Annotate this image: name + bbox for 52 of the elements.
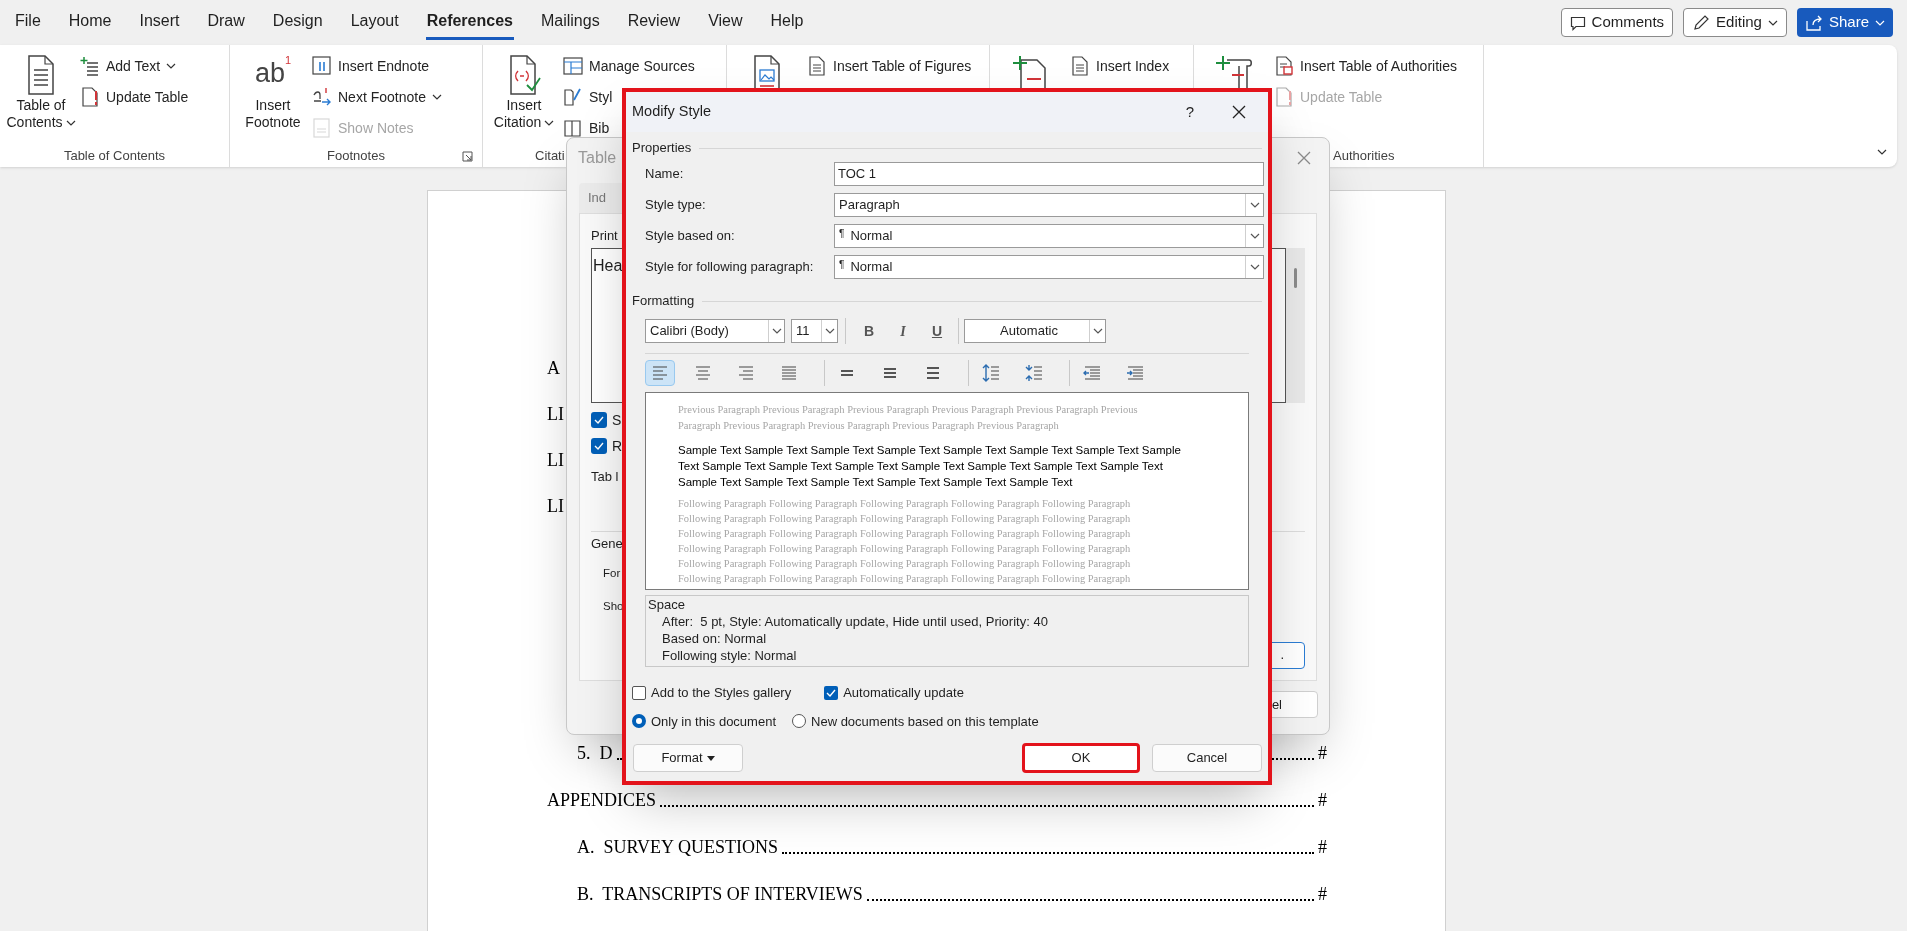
sample-text: Sample Text Sample Text Sample Text Sample Text Sample Text Sample Text: [678, 475, 1074, 490]
preview-heading: Hea: [593, 256, 623, 276]
preview-text: Following Paragraph Following Paragraph Following Paragraph Following Paragraph Following Paragraph: [678, 557, 1132, 571]
toc-entry: A: [547, 356, 560, 380]
page-number: #: [1318, 742, 1327, 765]
description-text: After: 5 pt, Style: Automatically update, Hide until used, Priority: 40: [661, 613, 1049, 630]
description-text: Space: [648, 596, 686, 613]
checkbox-label: Automatically update: [843, 684, 964, 702]
description-text: Following style: Normal: [661, 647, 798, 664]
field-label: For: [603, 566, 621, 581]
section-heading: Formatting: [632, 292, 695, 311]
checkbox-label: Add to the Styles gallery: [651, 684, 792, 702]
field-label: Style type:: [644, 196, 707, 215]
preview-text: Following Paragraph Following Paragraph Following Paragraph Following Paragraph Following Paragraph: [678, 497, 1132, 511]
preview-text: Following Paragraph Following Paragraph Following Paragraph Following Paragraph Following Paragraph: [678, 572, 1132, 586]
checkbox-label: S: [612, 410, 622, 430]
toc-entry: LI: [547, 448, 564, 472]
field-label: Tab l: [591, 468, 619, 486]
dialog-title: Table: [578, 148, 617, 168]
sample-text: Text Sample Text Sample Text Sample Text Sample Text Sample Text Sample Text Sample Text: [678, 459, 1164, 474]
page-number: #: [1318, 836, 1327, 859]
group-label: Table of Contents: [63, 147, 166, 166]
preview-text: Previous Paragraph Previous Paragraph Previous Paragraph Previous Paragraph Previous Paragraph Previous: [678, 403, 1139, 417]
section-heading: Properties: [632, 139, 692, 158]
page-number: #: [1318, 883, 1327, 906]
radio-label: New documents based on this template: [811, 712, 1039, 731]
group-label: Authorities: [1333, 147, 1395, 166]
page-number: #: [1318, 789, 1327, 812]
radio-label: Only in this document: [651, 712, 776, 731]
pilcrow-icon: ¶: [839, 226, 845, 241]
section-label: Gene: [591, 534, 623, 553]
sample-text: Sample Text Sample Text Sample Text Sample Text Sample Text Sample Text Sample Text Sample: [678, 443, 1182, 458]
checkbox-label: R: [612, 436, 623, 456]
preview-text: Following Paragraph Following Paragraph Following Paragraph Following Paragraph Following Paragraph: [678, 512, 1132, 526]
field-label: Style for following paragraph:: [644, 258, 815, 277]
toc-entry: APPENDICES: [547, 789, 657, 812]
group-label: Footnotes: [327, 147, 385, 166]
toc-entry: LI: [547, 402, 564, 426]
dialog-title: Modify Style: [632, 102, 711, 122]
preview-text: Following Paragraph Following Paragraph Following Paragraph Following Paragraph Following Paragraph: [678, 542, 1132, 556]
toc-entry: 5. D: [577, 742, 613, 765]
field-label: Name:: [644, 165, 685, 184]
description-text: Based on: Normal: [661, 630, 768, 647]
toc-entry: A. SURVEY QUESTIONS: [577, 836, 778, 859]
preview-text: Paragraph Previous Paragraph Previous Paragraph Previous Paragraph Previous Paragraph: [678, 419, 1060, 433]
toc-entry: B. TRANSCRIPTS OF INTERVIEWS: [577, 883, 863, 906]
toc-entry: LI: [547, 494, 564, 518]
field-label: Style based on:: [644, 227, 736, 246]
pilcrow-icon: ¶: [839, 257, 845, 272]
group-label: Citati: [535, 147, 565, 166]
section-label: Print: [591, 228, 618, 244]
preview-text: Following Paragraph Following Paragraph Following Paragraph Following Paragraph Following Paragraph: [678, 527, 1132, 541]
